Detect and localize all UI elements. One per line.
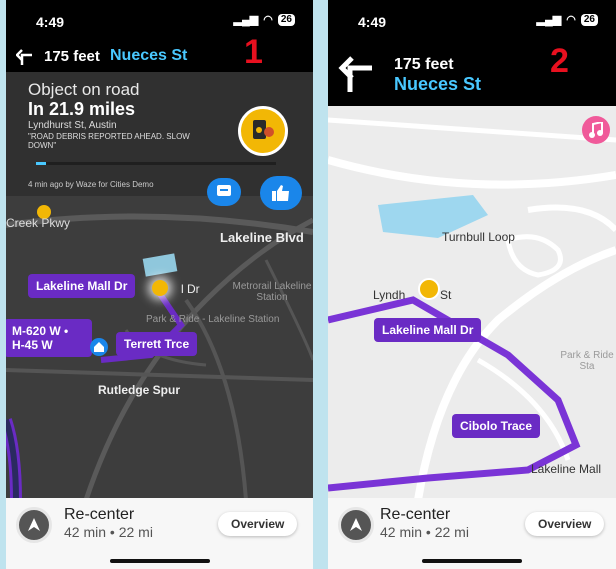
comment-button[interactable] — [207, 178, 241, 206]
recenter-arrow-icon — [28, 518, 40, 531]
map-label-lyndh: Lyndh — [373, 288, 406, 302]
map-label-st: St — [440, 288, 452, 302]
bottom-bar: Re-center 42 min • 22 mi Overview — [6, 498, 313, 569]
route-label-highway: M-620 W • H-45 W — [6, 319, 92, 357]
status-bar: 4:49 ▂▄▆ ◠ 26 — [328, 0, 616, 34]
overview-button[interactable]: Overview — [525, 512, 605, 536]
bottom-bar: Re-center 42 min • 22 mi Overview — [328, 498, 616, 569]
battery-icon: 26 — [277, 13, 295, 26]
screenshot-1: 4:49 ▂▄▆ ◠ 26 175 feet Nueces St 1 Object … — [6, 0, 313, 569]
home-map-marker[interactable] — [90, 338, 108, 356]
road-debris-icon — [253, 120, 274, 139]
wifi-icon: ◠ — [263, 14, 273, 26]
overview-button[interactable]: Overview — [218, 512, 298, 536]
recenter-button[interactable] — [16, 507, 52, 543]
map-label-park-ride: Park & Ride - Lakeline Station — [146, 314, 280, 325]
trip-summary: 42 min • 22 mi — [380, 524, 469, 540]
status-icons: ▂▄▆ ◠ 26 — [537, 13, 598, 26]
wifi-icon: ◠ — [566, 14, 576, 26]
nav-distance: 175 feet — [44, 48, 100, 65]
map-label-partial-dr: l Dr — [181, 282, 200, 296]
route-label-lakeline-mall-dr: Lakeline Mall Dr — [28, 274, 136, 298]
map-label-lakeline-blvd: Lakeline Blvd — [220, 230, 304, 245]
trip-summary: 42 min • 22 mi — [64, 524, 153, 540]
map-label-rutledge-spur: Rutledge Spur — [98, 383, 181, 397]
map-label-turnbull-loop: Turnbull Loop — [442, 230, 515, 244]
map-label-park-ride: Park & Ride Sta — [560, 350, 614, 372]
turn-left-icon — [16, 49, 32, 65]
thumbs-up-button[interactable] — [260, 176, 302, 210]
alert-distance: In 21.9 miles — [28, 99, 136, 119]
nav-distance: 175 feet — [394, 56, 454, 73]
recenter-arrow-icon — [350, 518, 362, 531]
alert-progress-fill — [36, 162, 46, 165]
status-time: 4:49 — [358, 14, 387, 30]
hazard-map-marker[interactable] — [152, 280, 168, 296]
annotation-number: 1 — [244, 33, 263, 71]
hazard-badge — [238, 106, 288, 156]
navigation-header: 4:49 ▂▄▆ ◠ 26 175 feet Nueces St — [6, 0, 313, 72]
home-icon — [94, 342, 104, 352]
route-label-terrett-trce: Terrett Trce — [116, 332, 198, 356]
map-label-metrorail: Metrorail Lakeline Station — [232, 281, 312, 303]
recenter-title: Re-center — [64, 506, 135, 523]
home-indicator — [422, 559, 522, 563]
annotation-number: 2 — [550, 42, 569, 80]
map-label-lakeline-mall: Lakeline Mall — [531, 462, 602, 476]
navigation-header: 4:49 ▂▄▆ ◠ 26 175 feet Nueces St — [328, 0, 616, 106]
alert-title: Object on road — [28, 80, 140, 99]
signal-icon: ▂▄▆ — [536, 14, 562, 26]
alert-source: 4 min ago by Waze for Cities Demo — [28, 180, 154, 189]
nav-street: Nueces St — [110, 47, 188, 64]
recenter-button[interactable] — [338, 507, 374, 543]
route-label-lakeline-mall-dr: Lakeline Mall Dr — [374, 318, 482, 342]
status-icons: ▂▄▆ ◠ 26 — [234, 13, 295, 26]
status-bar: 4:49 ▂▄▆ ◠ 26 — [6, 0, 313, 34]
alert-location: Lyndhurst St, Austin — [28, 120, 117, 131]
comment-icon — [217, 185, 231, 196]
screenshot-2: 4:49 ▂▄▆ ◠ 26 175 feet Nueces St 2 Turnbul… — [328, 0, 616, 569]
battery-icon: 26 — [580, 13, 598, 26]
status-time: 4:49 — [36, 14, 65, 30]
map-label-creek-pkwy: Creek Pkwy — [6, 216, 71, 230]
alert-progress-track — [36, 162, 276, 165]
signal-icon: ▂▄▆ — [233, 14, 259, 26]
home-indicator — [110, 559, 210, 563]
music-button[interactable] — [582, 116, 610, 144]
route-label-cibolo-trace: Cibolo Trace — [452, 414, 541, 438]
hazard-map-marker[interactable] — [418, 278, 440, 300]
alert-message: "ROAD DEBRIS REPORTED AHEAD. SLOW DOWN" — [28, 132, 190, 150]
recenter-title: Re-center — [380, 506, 451, 523]
thumbs-up-icon — [272, 185, 289, 201]
turn-left-icon — [338, 56, 372, 92]
nav-street: Nueces St — [394, 74, 482, 94]
music-note-icon — [589, 122, 603, 138]
